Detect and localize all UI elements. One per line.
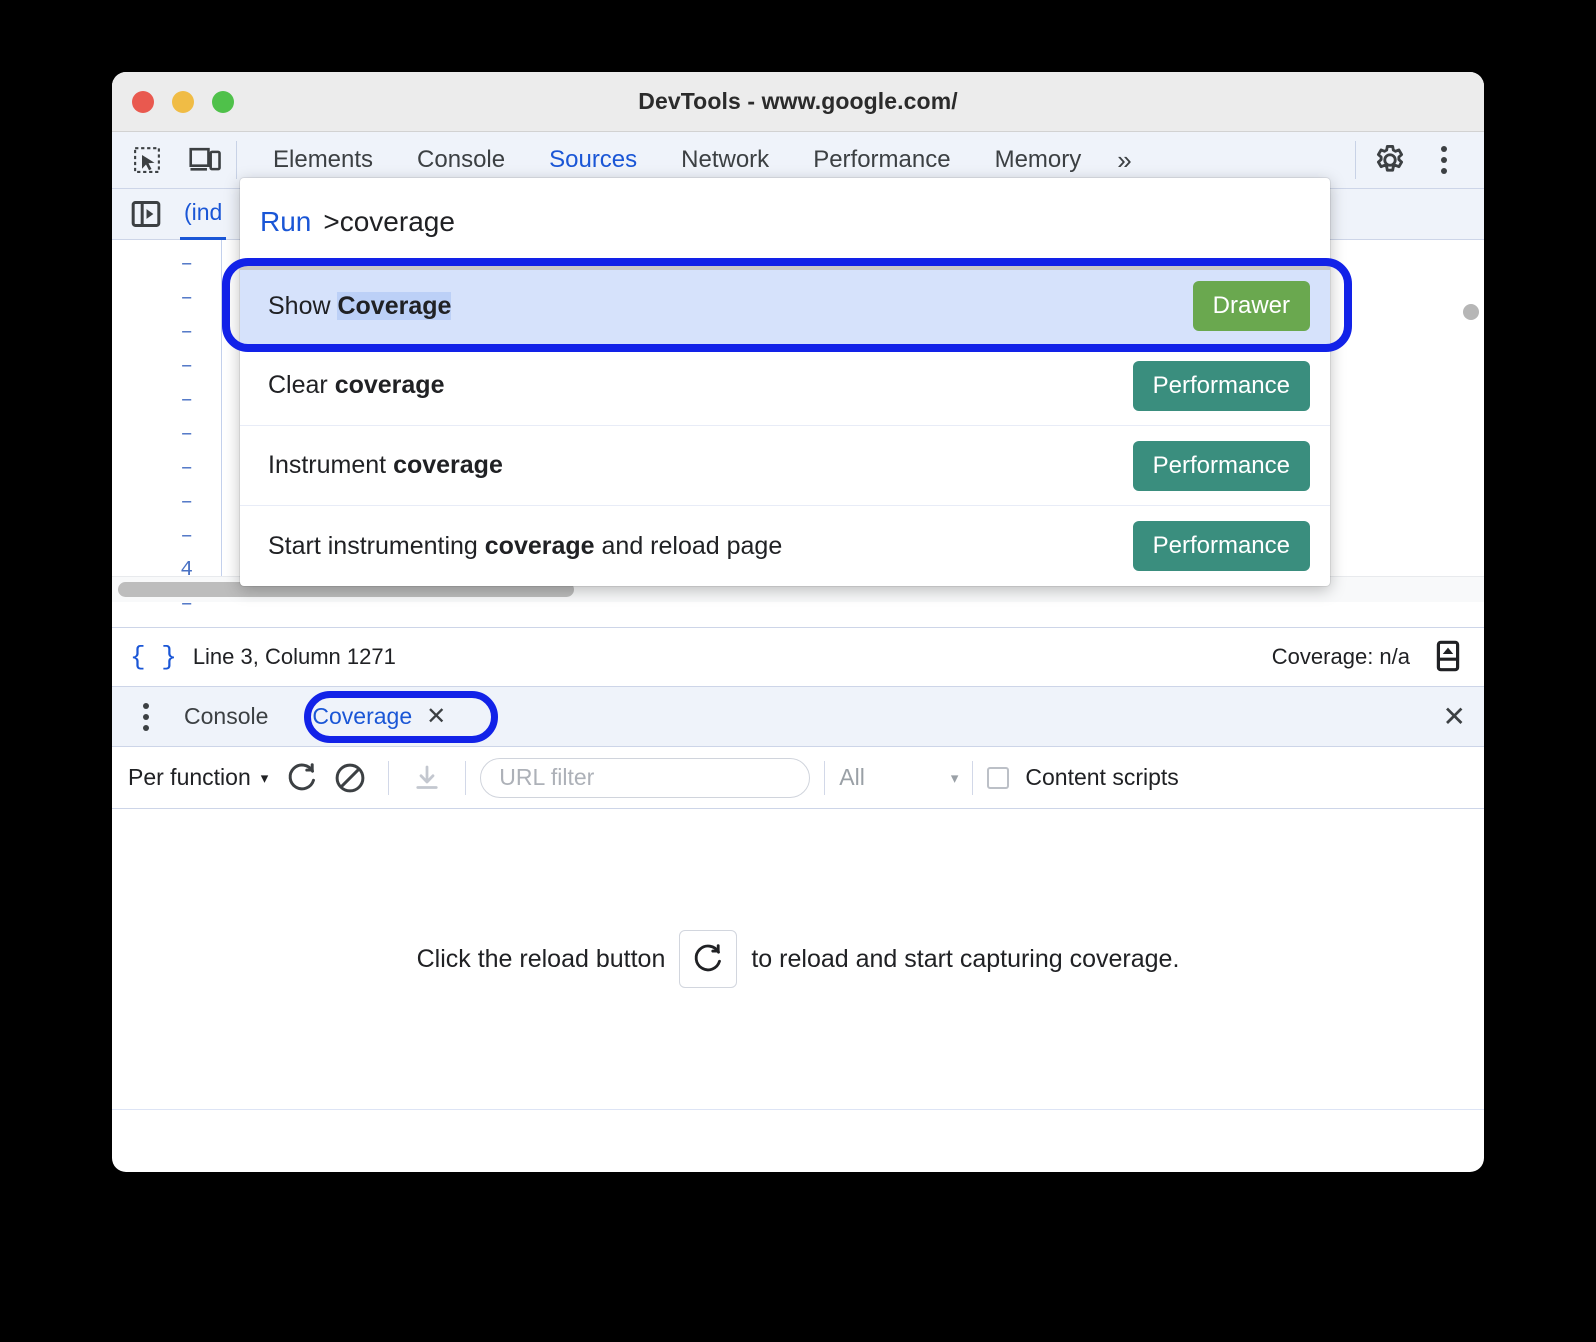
tabbar-right-actions <box>1341 138 1484 182</box>
command-menu-query-text: >coverage <box>323 205 455 237</box>
scrollbar-thumb[interactable] <box>1463 304 1479 320</box>
minimize-window-button[interactable] <box>172 90 194 113</box>
tabbar-divider <box>236 141 237 179</box>
line-number: – <box>180 491 193 514</box>
close-coverage-tab-icon[interactable]: ✕ <box>426 702 446 731</box>
checkbox-box[interactable] <box>987 766 1010 789</box>
command-item-label-match: coverage <box>484 531 595 560</box>
window-titlebar: DevTools - www.google.com/ <box>112 72 1484 132</box>
coverage-type-filter-select[interactable]: All ▾ <box>839 764 958 791</box>
tabbar-tool-icons <box>112 143 222 177</box>
drawer-tab-coverage[interactable]: Coverage ✕ <box>290 702 468 731</box>
line-number: – <box>180 525 193 548</box>
coverage-mode-select[interactable]: Per function ▾ <box>128 764 278 791</box>
cursor-position-label: Line 3, Column 1271 <box>192 644 396 669</box>
tabbar-right-divider <box>1355 141 1356 179</box>
line-number: – <box>180 457 193 480</box>
export-icon <box>403 754 451 802</box>
command-item-label-tail: and reload page <box>594 531 783 560</box>
drawer-tab-console[interactable]: Console <box>162 703 290 730</box>
close-window-button[interactable] <box>132 90 154 113</box>
command-item-badge: Performance <box>1132 440 1310 491</box>
coverage-toolbar: Per function ▾ URL filter All ▾ Content … <box>112 747 1484 809</box>
url-filter-input[interactable] <box>480 757 811 798</box>
command-item-label-match: coverage <box>393 451 503 479</box>
line-number-gutter: – – – – – – – – – 4 – <box>112 240 207 616</box>
command-item-label-plain: Show <box>268 291 338 320</box>
device-toolbar-icon[interactable] <box>188 143 222 177</box>
line-number: – <box>180 423 193 446</box>
kebab-menu-icon[interactable] <box>1424 138 1464 182</box>
command-item-label-match: Coverage <box>337 291 452 320</box>
content-scripts-checkbox[interactable]: Content scripts <box>987 764 1179 791</box>
maximize-window-button[interactable] <box>212 90 234 113</box>
more-tabs-chevron-icon[interactable]: » <box>1103 145 1145 176</box>
command-item-label: Start instrumenting coverage and reload … <box>268 532 782 561</box>
command-item-label-plain: Instrument <box>268 451 394 479</box>
clear-all-icon[interactable] <box>326 754 374 802</box>
coverage-footer-area <box>112 1110 1484 1149</box>
coverage-type-filter-value: All <box>839 764 865 790</box>
line-number: – <box>180 355 193 378</box>
command-item-instrument-coverage[interactable]: Instrument coverage Performance <box>240 426 1330 506</box>
chevron-down-icon: ▾ <box>950 769 959 787</box>
toolbar-divider <box>388 760 390 795</box>
command-item-start-instrumenting-coverage[interactable]: Start instrumenting coverage and reload … <box>240 506 1330 586</box>
command-item-badge: Performance <box>1132 521 1310 571</box>
file-tab-index[interactable]: (ind <box>180 189 227 240</box>
command-item-label: Instrument coverage <box>268 451 503 480</box>
command-menu[interactable]: Run >coverage Show Coverage Drawer Clear… <box>240 178 1330 586</box>
command-item-label-plain: Start instrumenting <box>268 531 485 560</box>
coverage-empty-message: Click the reload button to reload and st… <box>416 930 1180 988</box>
command-item-label: Clear coverage <box>268 371 444 400</box>
command-item-show-coverage[interactable]: Show Coverage Drawer <box>240 266 1330 346</box>
command-item-label: Show Coverage <box>268 291 452 321</box>
reload-icon <box>679 930 738 988</box>
line-number: – <box>180 253 193 276</box>
close-drawer-icon[interactable]: ✕ <box>1443 700 1466 733</box>
line-number: – <box>180 389 193 412</box>
drawer-tab-coverage-label: Coverage <box>312 703 413 729</box>
command-menu-prefix-label: Run <box>260 205 312 237</box>
window-controls <box>132 90 234 113</box>
command-item-label-match: coverage <box>334 371 445 399</box>
line-number: – <box>180 287 193 310</box>
coverage-empty-state: Click the reload button to reload and st… <box>112 809 1484 1109</box>
empty-message-after: to reload and start capturing coverage. <box>751 944 1180 973</box>
command-item-label-plain: Clear <box>268 371 335 399</box>
show-navigator-icon[interactable] <box>128 196 164 232</box>
window-title: DevTools - www.google.com/ <box>638 88 958 114</box>
chevron-down-icon: ▾ <box>260 769 269 787</box>
command-item-badge: Performance <box>1132 360 1310 411</box>
coverage-mode-label: Per function <box>128 764 251 790</box>
pretty-print-icon[interactable]: { } <box>130 642 177 672</box>
gear-icon[interactable] <box>1370 140 1410 180</box>
command-menu-input-row[interactable]: Run >coverage <box>240 178 1330 266</box>
empty-message-before: Click the reload button <box>416 944 666 973</box>
toolbar-divider <box>465 760 467 795</box>
show-drawer-icon[interactable] <box>1432 640 1466 674</box>
coverage-status-label: Coverage: n/a <box>1271 644 1410 669</box>
inspect-element-icon[interactable] <box>130 143 164 177</box>
command-item-badge: Drawer <box>1192 281 1310 331</box>
line-number: – <box>180 321 193 344</box>
toolbar-divider <box>972 760 974 795</box>
drawer-kebab-menu-icon[interactable] <box>130 702 162 731</box>
reload-icon[interactable] <box>278 754 326 802</box>
command-item-clear-coverage[interactable]: Clear coverage Performance <box>240 346 1330 426</box>
toolbar-divider <box>824 760 826 795</box>
editor-status-bar: { } Line 3, Column 1271 Coverage: n/a <box>112 627 1484 687</box>
content-scripts-label: Content scripts <box>1025 764 1179 790</box>
drawer-tabbar: Console Coverage ✕ ✕ <box>112 687 1484 747</box>
